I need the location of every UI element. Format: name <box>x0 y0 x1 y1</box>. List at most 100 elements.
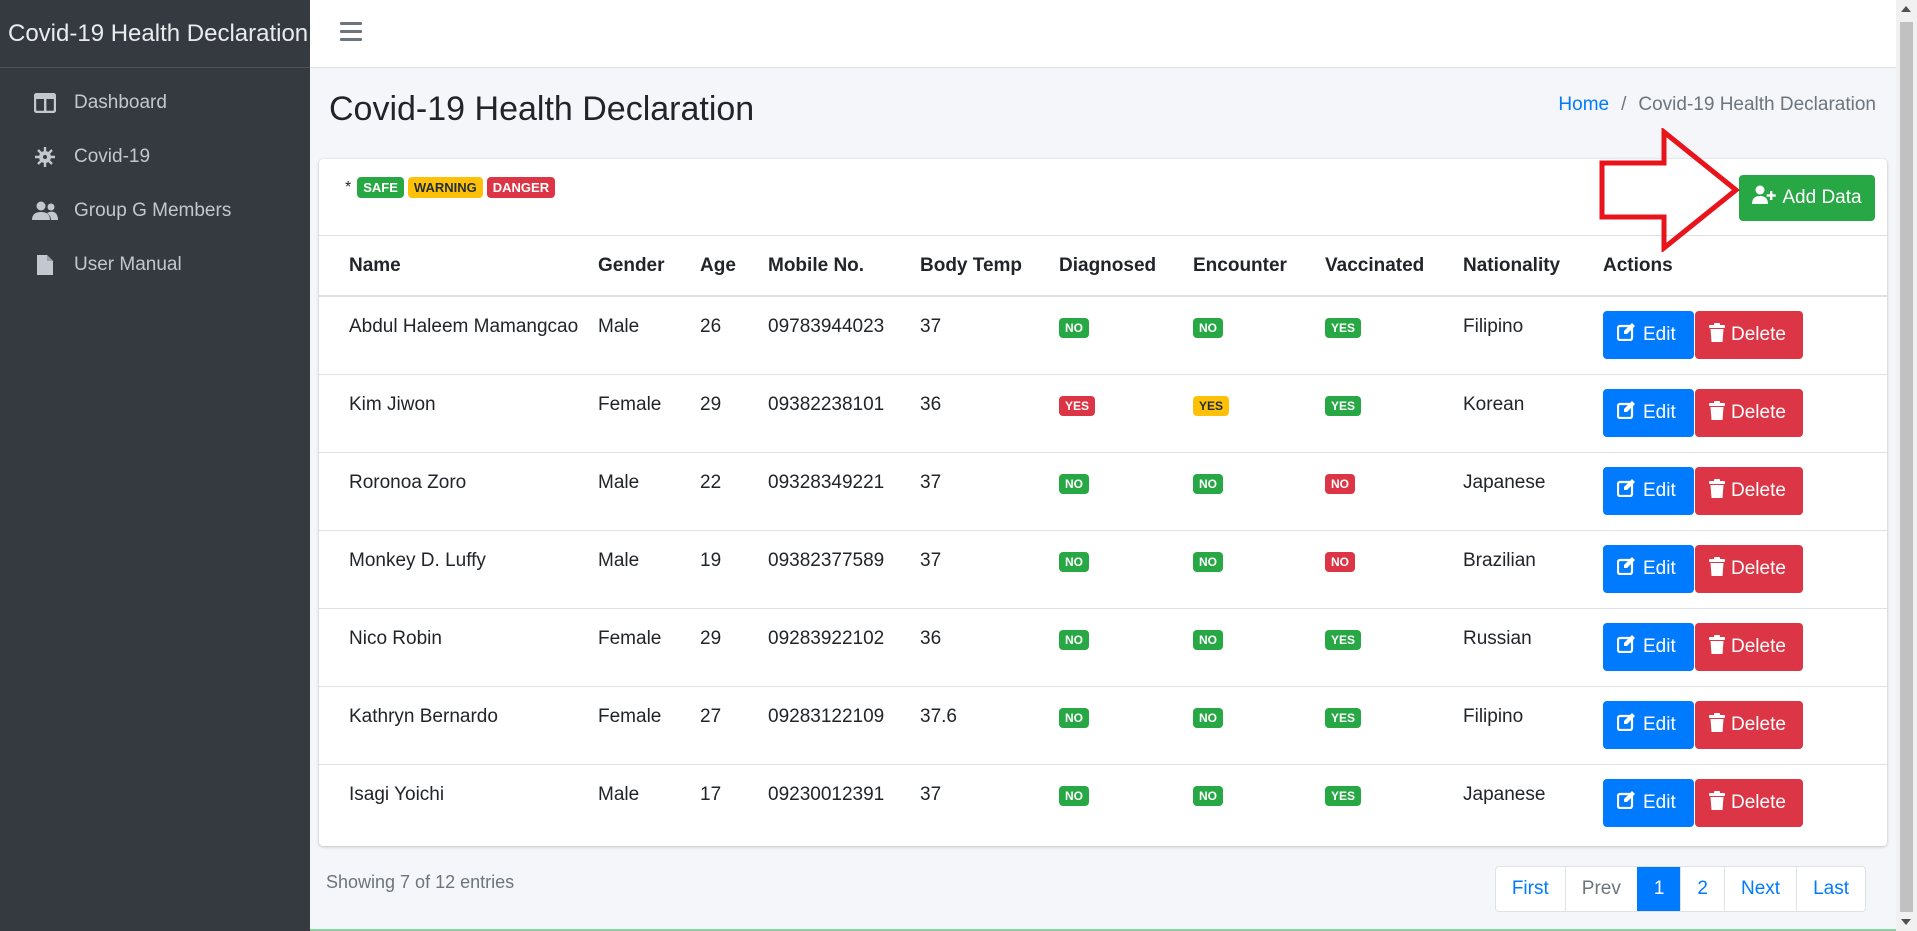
top-navbar <box>310 0 1896 68</box>
breadcrumb-current: Covid-19 Health Declaration <box>1638 94 1876 115</box>
cell-body-temp: 37 <box>920 784 942 806</box>
edit-icon <box>1616 713 1637 737</box>
edit-label: Edit <box>1643 636 1676 657</box>
breadcrumb-home-link[interactable]: Home <box>1558 94 1609 116</box>
diagnosed-badge: NO <box>1059 630 1089 650</box>
cell-gender: Female <box>598 394 662 415</box>
delete-label: Delete <box>1731 558 1786 579</box>
trash-icon <box>1709 790 1725 816</box>
column-header[interactable]: Gender <box>598 236 700 297</box>
column-header[interactable]: Body Temp <box>920 236 1059 297</box>
brand-title[interactable]: Covid-19 Health Declaration <box>0 0 310 68</box>
cell-age: 29 <box>700 628 722 649</box>
edit-label: Edit <box>1643 324 1676 346</box>
sidebar-item-label: User Manual <box>74 254 182 275</box>
page-1-link[interactable]: 1 <box>1636 867 1681 911</box>
cell-gender: Male <box>598 472 640 493</box>
sidebar-item-user-manual[interactable]: User Manual <box>0 238 310 292</box>
vertical-scrollbar[interactable] <box>1896 0 1917 931</box>
legend-star: * <box>345 178 352 196</box>
trash-icon <box>1709 400 1725 426</box>
edit-button[interactable]: Edit <box>1603 779 1694 828</box>
edit-button[interactable]: Edit <box>1603 545 1694 593</box>
trash-icon <box>1709 634 1725 660</box>
column-header[interactable]: Age <box>700 236 768 297</box>
delete-label: Delete <box>1731 714 1786 735</box>
delete-label: Delete <box>1731 792 1786 814</box>
edit-label: Edit <box>1643 480 1676 501</box>
diagnosed-badge: NO <box>1059 474 1089 494</box>
cell-mobile: 09382238101 <box>768 394 885 415</box>
sidebar-item-dashboard[interactable]: Dashboard <box>0 76 310 130</box>
delete-button[interactable]: Delete <box>1695 545 1803 593</box>
scroll-down-arrow-icon[interactable] <box>1901 919 1911 925</box>
diagnosed-badge: YES <box>1059 396 1096 416</box>
column-header[interactable]: Encounter <box>1193 236 1325 297</box>
encounter-badge: NO <box>1193 630 1223 650</box>
edit-button[interactable]: Edit <box>1603 701 1694 749</box>
cell-name: Monkey D. Luffy <box>349 550 486 571</box>
table-header-row: Name Gender Age Mobile No. Body Temp Dia… <box>319 236 1887 297</box>
edit-label: Edit <box>1643 558 1676 579</box>
delete-button[interactable]: Delete <box>1695 779 1803 828</box>
edit-icon <box>1616 323 1637 347</box>
cell-nationality: Brazilian <box>1463 550 1536 571</box>
page-2-link[interactable]: 2 <box>1680 867 1724 911</box>
breadcrumb: Home / Covid-19 Health Declaration <box>1558 94 1876 116</box>
page-first-link[interactable]: First <box>1496 867 1565 911</box>
edit-button[interactable]: Edit <box>1603 389 1694 437</box>
edit-icon <box>1616 479 1637 503</box>
edit-icon <box>1616 635 1637 659</box>
cell-nationality: Japanese <box>1463 784 1546 806</box>
edit-label: Edit <box>1643 402 1676 423</box>
delete-label: Delete <box>1731 480 1786 501</box>
sidebar-item-group-members[interactable]: Group G Members <box>0 184 310 238</box>
page-last-link[interactable]: Last <box>1796 867 1865 911</box>
column-header[interactable]: Name <box>319 236 598 297</box>
column-header[interactable]: Nationality <box>1463 236 1603 297</box>
diagnosed-badge: NO <box>1059 786 1089 807</box>
cell-mobile: 09783944023 <box>768 316 885 338</box>
vaccinated-badge: YES <box>1325 786 1362 807</box>
column-header[interactable]: Mobile No. <box>768 236 920 297</box>
delete-button[interactable]: Delete <box>1695 701 1803 749</box>
cell-name: Kathryn Bernardo <box>349 706 498 727</box>
dashboard-icon <box>32 91 58 115</box>
column-header[interactable]: Vaccinated <box>1325 236 1463 297</box>
edit-button[interactable]: Edit <box>1603 467 1694 515</box>
add-data-label: Add Data <box>1782 187 1862 208</box>
edit-button[interactable]: Edit <box>1603 623 1694 671</box>
add-data-button[interactable]: Add Data <box>1739 175 1875 221</box>
column-header[interactable]: Diagnosed <box>1059 236 1193 297</box>
cell-gender: Male <box>598 784 640 806</box>
scroll-up-arrow-icon[interactable] <box>1901 6 1911 12</box>
diagnosed-badge: NO <box>1059 708 1089 728</box>
cell-body-temp: 37 <box>920 472 942 493</box>
users-icon <box>32 199 58 223</box>
page-prev-link[interactable]: Prev <box>1564 867 1637 911</box>
cell-name: Roronoa Zoro <box>349 472 467 493</box>
vaccinated-badge: YES <box>1325 318 1362 339</box>
edit-icon <box>1616 401 1637 425</box>
scroll-thumb[interactable] <box>1900 22 1913 912</box>
cell-age: 17 <box>700 784 722 806</box>
column-header: Actions <box>1603 236 1887 297</box>
diagnosed-badge: NO <box>1059 318 1089 339</box>
cell-body-temp: 37.6 <box>920 706 957 727</box>
encounter-badge: NO <box>1193 786 1223 807</box>
legend-danger-badge: DANGER <box>486 177 556 198</box>
sidebar-item-covid[interactable]: Covid-19 <box>0 130 310 184</box>
page-title: Covid-19 Health Declaration <box>329 90 755 128</box>
edit-button[interactable]: Edit <box>1603 311 1694 360</box>
cell-mobile: 09382377589 <box>768 550 885 571</box>
delete-button[interactable]: Delete <box>1695 623 1803 671</box>
card-header: * SAFE WARNING DANGER Add Data <box>319 159 1887 236</box>
delete-button[interactable]: Delete <box>1695 467 1803 515</box>
delete-button[interactable]: Delete <box>1695 311 1803 360</box>
cell-body-temp: 36 <box>920 628 942 649</box>
delete-button[interactable]: Delete <box>1695 389 1803 437</box>
page-next-link[interactable]: Next <box>1724 867 1796 911</box>
table-body: Abdul Haleem Mamangcao Male 26 09783944023 3… <box>319 296 1887 842</box>
menu-toggle-icon[interactable] <box>340 22 362 42</box>
edit-icon <box>1616 791 1637 815</box>
